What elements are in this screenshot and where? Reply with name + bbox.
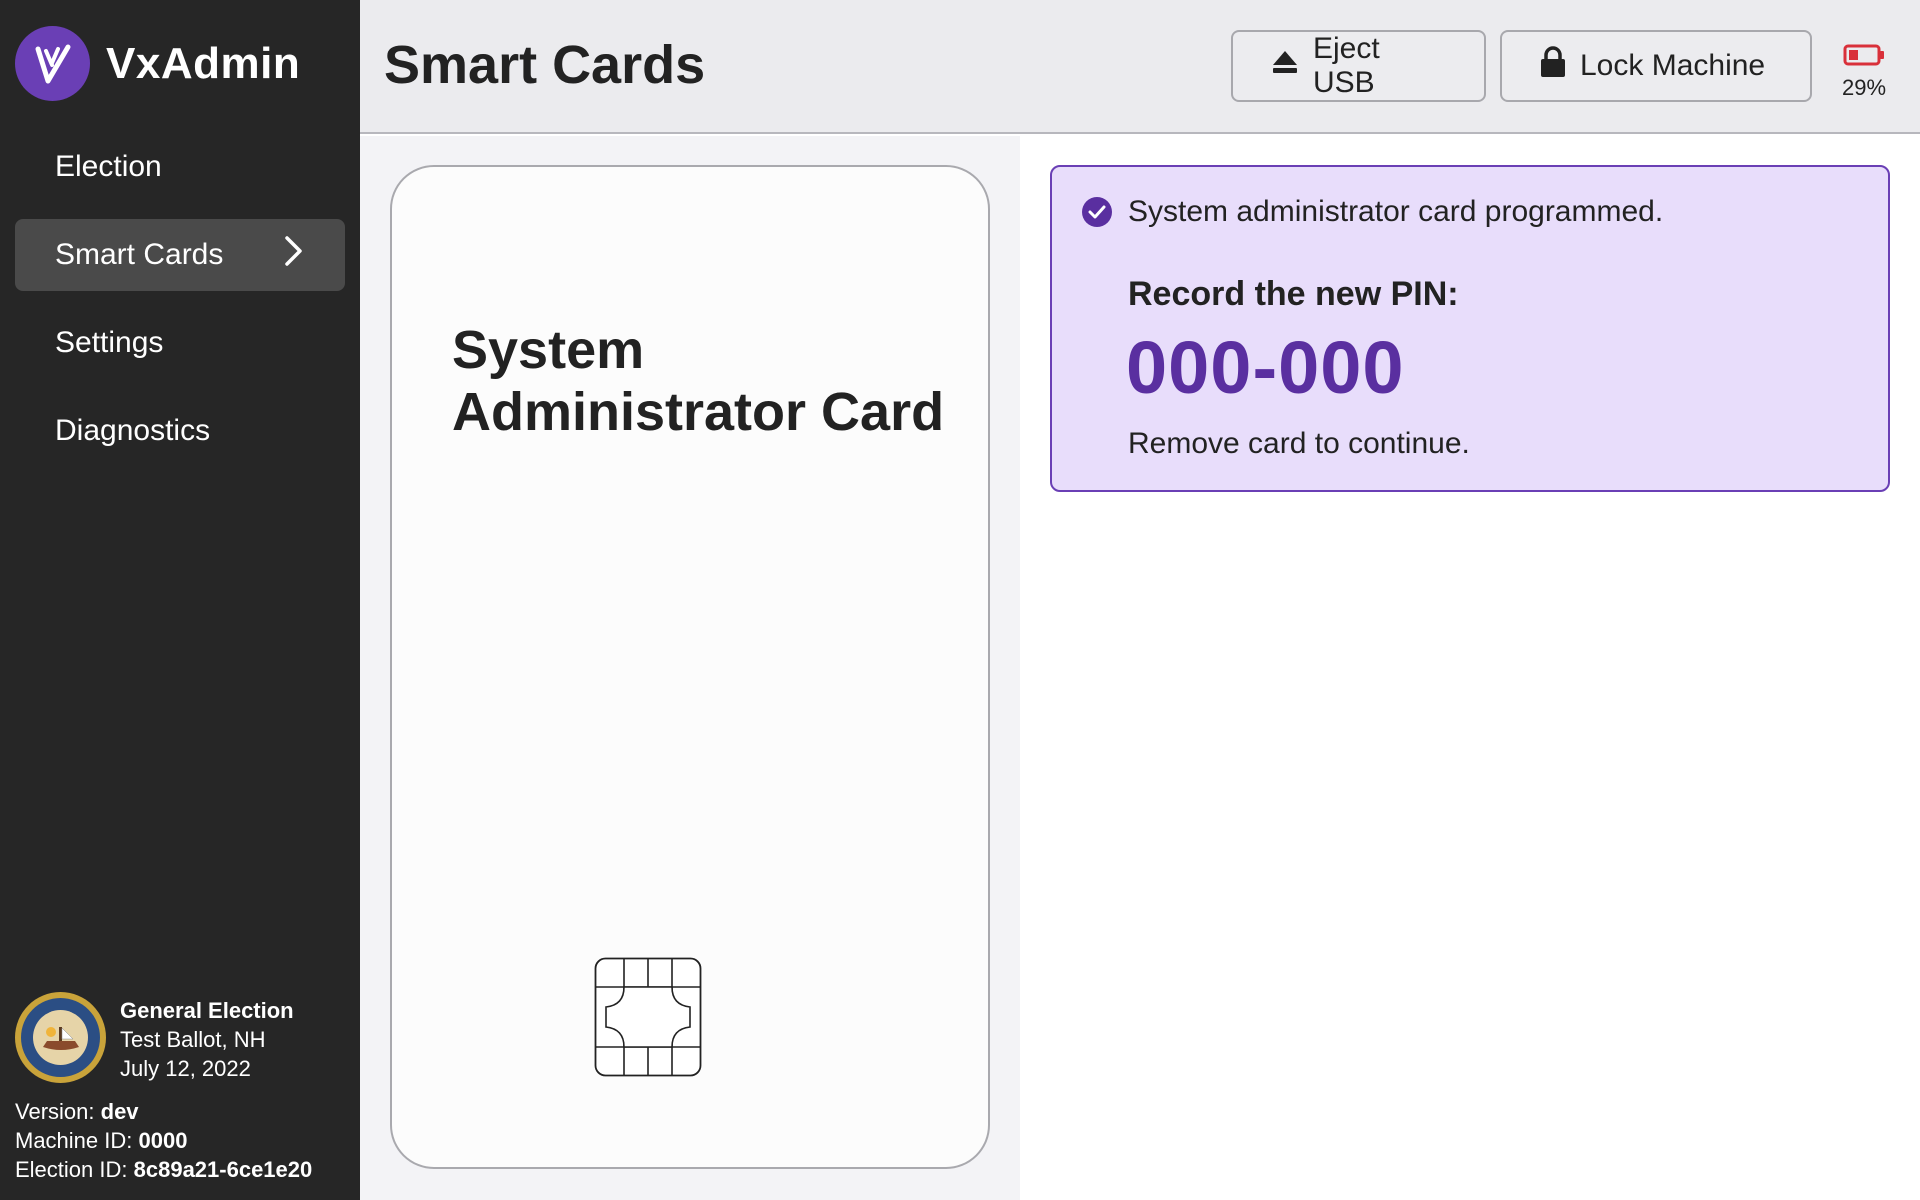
card-title-line-2: Administrator Card	[452, 382, 945, 442]
eject-icon	[1271, 49, 1313, 83]
card-title: System Administrator Card	[452, 319, 944, 443]
sidebar-item-label: Settings	[55, 326, 164, 359]
election-details: General Election Test Ballot, NH July 12…	[120, 996, 294, 1083]
pin-label: Record the new PIN:	[1128, 275, 1459, 313]
battery-status: 29%	[1836, 44, 1892, 101]
sidebar-nav: Election Smart Cards Settings Diagnostic…	[15, 131, 345, 483]
election-id-label: Election ID:	[15, 1157, 128, 1182]
machine-meta: Version: dev Machine ID: 0000 Election I…	[15, 1097, 312, 1184]
machine-id-row: Machine ID: 0000	[15, 1126, 312, 1155]
version-value: dev	[100, 1099, 139, 1124]
battery-percent: 29%	[1841, 75, 1887, 100]
election-date: July 12, 2022	[120, 1056, 251, 1081]
card-title-line-1: System	[452, 320, 645, 380]
state-seal-icon	[15, 992, 106, 1083]
election-ballot: Test Ballot, NH	[120, 1027, 266, 1052]
election-id-value: 8c89a21-6ce1e20	[133, 1157, 313, 1182]
election-id-row: Election ID: 8c89a21-6ce1e20	[15, 1155, 312, 1184]
app-name: VxAdmin	[106, 38, 301, 88]
pin-value: 000-000	[1126, 326, 1405, 409]
battery-low-icon	[1843, 44, 1885, 70]
header: Smart Cards Eject USB Lock Machine 29%	[360, 0, 1920, 134]
page-title: Smart Cards	[384, 35, 706, 95]
sidebar-item-label: Election	[55, 150, 162, 183]
sidebar-item-label: Diagnostics	[55, 414, 211, 447]
sidebar-item-diagnostics[interactable]: Diagnostics	[15, 395, 345, 467]
election-info: General Election Test Ballot, NH July 12…	[15, 992, 294, 1083]
sidebar-item-settings[interactable]: Settings	[15, 307, 345, 379]
lock-icon	[1540, 46, 1580, 86]
sidebar-item-label: Smart Cards	[55, 238, 224, 271]
check-circle-icon	[1082, 197, 1112, 227]
smart-card-chip-icon	[594, 957, 702, 1082]
vx-logo-icon	[15, 26, 90, 101]
sidebar-item-election[interactable]: Election	[15, 131, 345, 203]
machine-id-label: Machine ID:	[15, 1128, 133, 1153]
remove-card-message: Remove card to continue.	[1128, 427, 1470, 460]
sidebar-item-smart-cards[interactable]: Smart Cards	[15, 219, 345, 291]
eject-usb-label: Eject USB	[1313, 32, 1380, 99]
brand: VxAdmin	[15, 26, 300, 101]
version-row: Version: dev	[15, 1097, 312, 1126]
lock-machine-button[interactable]: Lock Machine	[1500, 30, 1812, 102]
status-message: System administrator card programmed.	[1128, 195, 1664, 228]
lock-machine-label: Lock Machine	[1580, 49, 1766, 82]
election-title: General Election	[120, 998, 294, 1023]
chevron-right-icon	[283, 235, 305, 276]
callout-status: System administrator card programmed.	[1082, 195, 1663, 229]
eject-usb-button[interactable]: Eject USB	[1231, 30, 1486, 102]
version-label: Version:	[15, 1099, 95, 1124]
success-callout: System administrator card programmed. Re…	[1050, 165, 1890, 492]
smart-card-illustration: System Administrator Card	[390, 165, 990, 1169]
machine-id-value: 0000	[138, 1128, 188, 1153]
sidebar: VxAdmin Election Smart Cards Settings Di…	[0, 0, 360, 1200]
